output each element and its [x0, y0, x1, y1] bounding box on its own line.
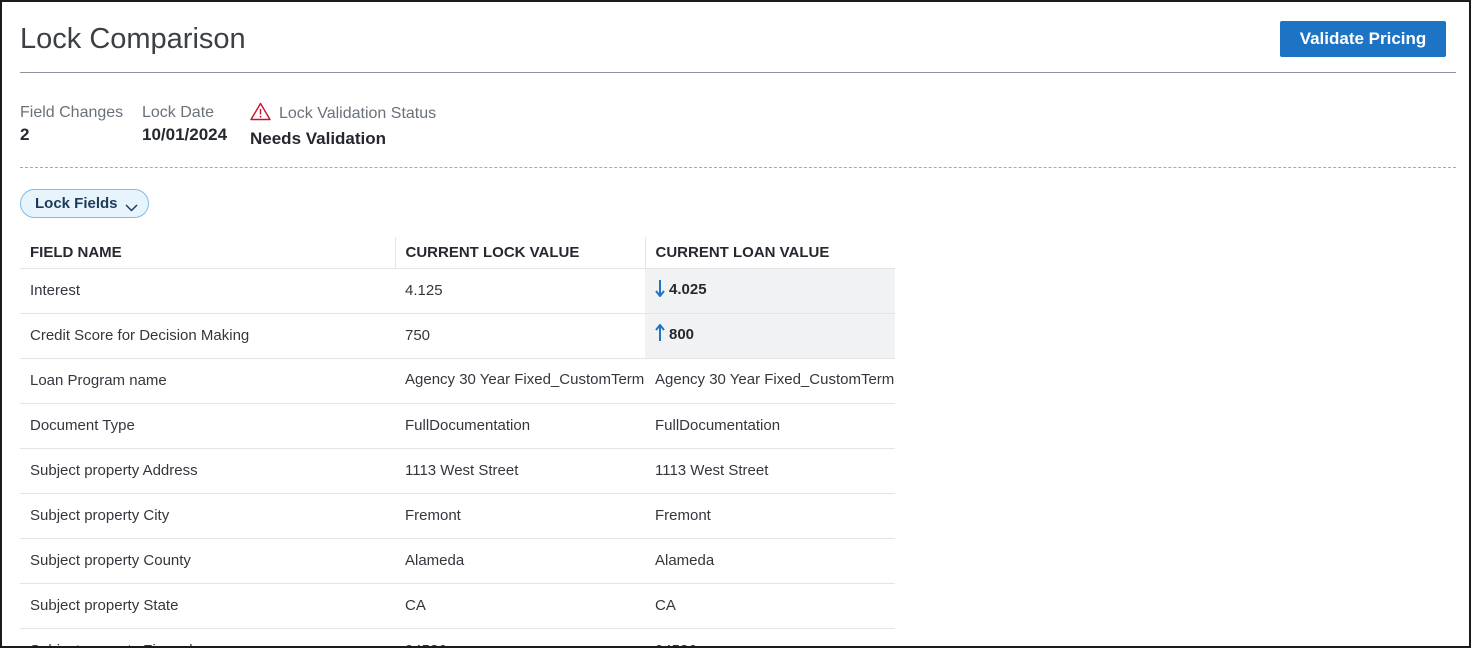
loan-value-cell: Alameda: [645, 538, 895, 584]
table-row: Subject property Zip code 94536 94536: [20, 628, 895, 646]
lock-value-cell: 1113 West Street: [395, 448, 645, 494]
lock-value-cell: 94536: [395, 628, 645, 646]
table-row: Subject property Address 1113 West Stree…: [20, 448, 895, 494]
column-header-current-lock-value[interactable]: CURRENT LOCK VALUE: [394, 237, 645, 269]
field-name-cell: Subject property Zip code: [20, 628, 395, 646]
loan-value-text: Agency 30 Year Fixed_CustomTerm: [655, 370, 895, 388]
loan-value-text: 800: [669, 326, 695, 343]
field-name-cell: Document Type: [20, 403, 395, 449]
lock-value-cell: Fremont: [395, 493, 645, 539]
lock-value-cell: 750: [395, 313, 645, 359]
lock-date-value: 10/01/2024: [142, 125, 228, 144]
table-row: Subject property County Alameda Alameda: [20, 538, 895, 584]
lock-comparison-table: FIELD NAME CURRENT LOCK VALUE CURRENT LO…: [20, 237, 895, 646]
lock-value-cell: 4.125: [395, 268, 645, 314]
table-row: Subject property City Fremont Fremont: [20, 493, 895, 539]
lock-date-label: Lock Date: [142, 104, 215, 121]
lock-value-cell: Alameda: [395, 538, 645, 584]
lock-date-summary: Lock Date 10/01/2024: [142, 102, 227, 146]
column-header-field-name[interactable]: FIELD NAME: [20, 237, 395, 269]
page-title: Lock Comparison: [20, 23, 246, 55]
lock-fields-filter-button[interactable]: Lock Fields: [20, 189, 149, 218]
lock-summary: Field Changes 2 Lock Date 10/01/2024 Loc…: [20, 102, 1456, 168]
field-name-cell: Loan Program name: [20, 358, 395, 404]
loan-value-cell: Fremont: [645, 493, 895, 539]
table-row: Credit Score for Decision Making 750 800: [20, 313, 895, 359]
loan-value-cell: 1113 West Street: [645, 448, 895, 494]
table-row: Loan Program name Agency 30 Year Fixed_C…: [20, 358, 895, 404]
lock-fields-label: Lock Fields: [35, 195, 118, 212]
lock-value-text: Agency 30 Year Fixed_CustomTerm: [405, 370, 645, 388]
warning-icon: [250, 102, 271, 128]
loan-value-cell: 800: [645, 313, 895, 359]
field-changes-label: Field Changes: [20, 104, 124, 121]
loan-value-cell: FullDocumentation: [645, 403, 895, 449]
field-name-cell: Subject property County: [20, 538, 395, 584]
lock-value-cell: FullDocumentation: [395, 403, 645, 449]
field-name-cell: Subject property Address: [20, 448, 395, 494]
table-header-row: FIELD NAME CURRENT LOCK VALUE CURRENT LO…: [20, 237, 895, 269]
loan-value-cell: CA: [645, 583, 895, 629]
loan-value-text: 4.025: [669, 281, 707, 298]
lock-value-cell: CA: [395, 583, 645, 629]
validation-status-value: Needs Validation: [250, 129, 387, 148]
field-name-cell: Subject property State: [20, 583, 395, 629]
field-name-cell: Interest: [20, 268, 395, 314]
column-header-current-loan-value[interactable]: CURRENT LOAN VALUE: [644, 237, 895, 269]
field-changes-summary: Field Changes 2: [20, 102, 123, 146]
lock-value-cell: Agency 30 Year Fixed_CustomTerm: [395, 358, 645, 404]
validate-pricing-button[interactable]: Validate Pricing: [1280, 21, 1446, 57]
panel-header: Lock Comparison Validate Pricing: [20, 2, 1456, 73]
loan-value-cell: Agency 30 Year Fixed_CustomTerm: [645, 358, 895, 404]
loan-value-cell: 4.025: [645, 268, 895, 314]
arrow-up-icon: [655, 323, 665, 347]
loan-value-cell: 94536: [645, 628, 895, 646]
lock-comparison-panel: Lock Comparison Validate Pricing Field C…: [0, 0, 1471, 648]
field-name-cell: Credit Score for Decision Making: [20, 313, 395, 359]
table-row: Interest 4.125 4.025: [20, 268, 895, 314]
table-row: Document Type FullDocumentation FullDocu…: [20, 403, 895, 449]
arrow-down-icon: [655, 279, 665, 302]
chevron-down-icon: [125, 199, 138, 216]
validation-status-label: Lock Validation Status: [279, 105, 437, 122]
table-row: Subject property State CA CA: [20, 583, 895, 629]
field-changes-value: 2: [20, 125, 30, 144]
validation-status-summary: Lock Validation Status Needs Validation: [250, 102, 436, 150]
field-name-cell: Subject property City: [20, 493, 395, 539]
